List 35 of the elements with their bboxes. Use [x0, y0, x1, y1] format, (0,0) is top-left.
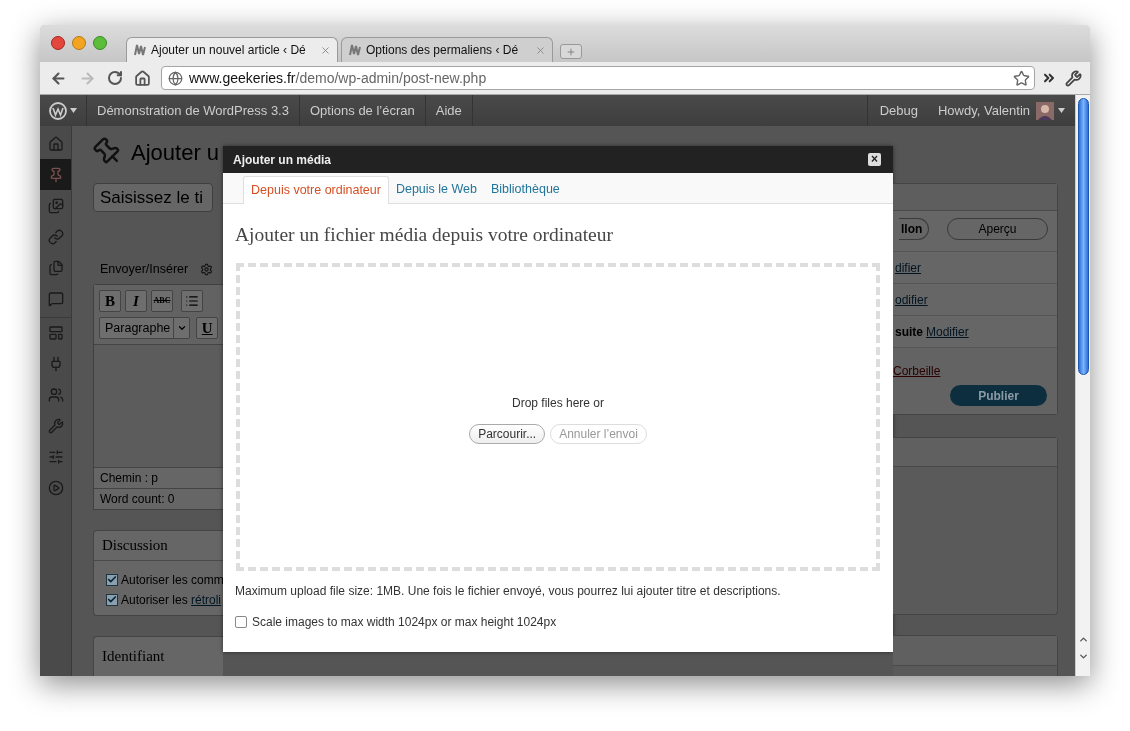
- word-count: Word count: 0: [94, 487, 223, 509]
- browser-tab[interactable]: Options des permaliens ‹ Dé: [341, 37, 553, 62]
- checkbox-label: Scale images to max width 1024px or max height 1024px: [252, 614, 557, 632]
- address-field[interactable]: www.geekeries.fr/demo/wp-admin/post-new.php: [160, 66, 1036, 90]
- underline-button[interactable]: U: [196, 317, 218, 340]
- upload-info: Maximum upload file size: 1MB. Une fois le fichier envoyé, vous pourrez lui ajouter titre et descriptions.: [235, 583, 782, 601]
- dialog-heading: Ajouter un fichier média depuis votre ordinateur: [235, 223, 614, 247]
- format-button[interactable]: I: [125, 290, 147, 313]
- page-heading: Ajouter u: [131, 138, 220, 167]
- close-button[interactable]: ×: [868, 153, 881, 166]
- title-field[interactable]: Saisissez le ti: [93, 182, 213, 213]
- visibility-label: suite: [895, 323, 923, 341]
- panel-title: Discussion: [102, 535, 168, 555]
- publish-button[interactable]: Publier: [950, 385, 1047, 406]
- editor-path: Chemin : p: [94, 466, 223, 488]
- browser-tab[interactable]: Ajouter un nouvel article ‹ Dé: [126, 37, 338, 62]
- edit-link[interactable]: odifier: [895, 290, 928, 309]
- dialog-title: Ajouter un média: [233, 151, 332, 169]
- trash-link[interactable]: Corbeille: [893, 362, 941, 380]
- format-select[interactable]: Paragraphe: [99, 317, 191, 340]
- browse-button[interactable]: Parcourir...: [469, 424, 546, 445]
- dialog-tab[interactable]: Bibliothèque: [484, 176, 567, 203]
- account-menu[interactable]: Howdy, Valentin: [930, 95, 1075, 126]
- dialog-tab[interactable]: Depuis votre ordinateur: [243, 176, 389, 204]
- format-button[interactable]: ABC: [151, 290, 173, 313]
- upload-label: Envoyer/Insérer: [100, 260, 189, 278]
- format-button[interactable]: B: [99, 290, 121, 313]
- panel-title: Identifiant: [102, 647, 165, 667]
- checkbox-label: Autoriser les rétroli: [121, 591, 222, 609]
- trackback-link[interactable]: rétroli: [191, 592, 222, 607]
- dialog-tab[interactable]: Depuis le Web: [388, 176, 484, 203]
- edit-link[interactable]: Modifier: [926, 322, 969, 341]
- drop-text: Drop files here or: [511, 395, 604, 413]
- checkbox-label: Autoriser les comm: [121, 571, 224, 589]
- edit-link[interactable]: difier: [895, 258, 921, 277]
